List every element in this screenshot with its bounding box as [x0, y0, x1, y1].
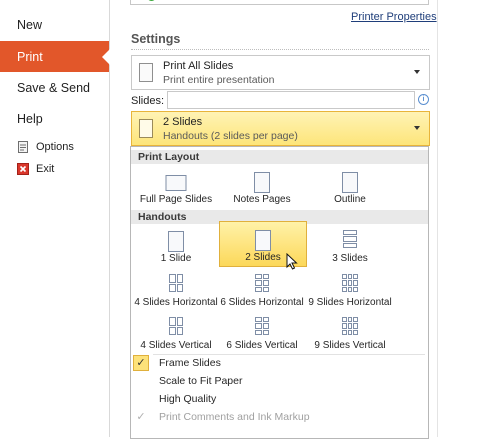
chevron-down-icon [414, 70, 420, 74]
print-range-title: Print All Slides [163, 60, 234, 72]
nav-save-send-label: Save & Send [17, 81, 90, 95]
one-slide-icon [168, 231, 184, 252]
nav-options-label: Options [36, 141, 74, 153]
nav-help-label: Help [17, 112, 43, 126]
four-slides-horizontal-icon [169, 274, 183, 292]
info-icon[interactable]: i [418, 94, 429, 105]
print-range-subtitle: Print entire presentation [163, 74, 275, 86]
option-label: Notes Pages [233, 194, 291, 205]
option-high-quality-label: High Quality [159, 393, 217, 405]
options-icon [17, 141, 29, 153]
print-range-dropdown[interactable]: Print All Slides Print entire presentati… [131, 55, 430, 90]
six-slides-vertical-icon [255, 317, 269, 335]
print-layout-subtitle: Handouts (2 slides per page) [163, 130, 298, 142]
nav-exit[interactable]: Exit [17, 163, 54, 175]
print-layout-dropdown[interactable]: 2 Slides Handouts (2 slides per page) [131, 111, 430, 146]
option-print-comments-label: Print Comments and Ink Markup [159, 411, 310, 423]
settings-heading: Settings [131, 32, 181, 46]
nine-slides-vertical-icon [342, 317, 358, 335]
option-4-slides-vertical[interactable]: 4 Slides Vertical [133, 313, 219, 355]
option-label: Outline [334, 194, 366, 205]
print-layout-title: 2 Slides [163, 116, 203, 128]
option-label: 4 Slides Vertical [140, 340, 212, 351]
printer-ready-icon [147, 0, 156, 1]
settings-divider [131, 49, 429, 50]
printer-dropdown[interactable] [130, 0, 429, 5]
option-6-slides-vertical[interactable]: 6 Slides Vertical [219, 313, 305, 355]
print-layout-menu: Print Layout Full Page Slides Notes Page… [130, 146, 429, 439]
option-4-slides-horizontal[interactable]: 4 Slides Horizontal [133, 270, 219, 312]
option-scale-to-fit[interactable]: Scale to Fit Paper [131, 373, 428, 390]
option-full-page-slides[interactable]: Full Page Slides [133, 167, 219, 209]
option-6-slides-horizontal[interactable]: 6 Slides Horizontal [219, 270, 305, 312]
nav-print-label: Print [17, 50, 43, 64]
option-label: 9 Slides Horizontal [308, 297, 392, 308]
checkbox-empty [133, 373, 149, 389]
nav-options[interactable]: Options [17, 141, 74, 153]
checkmark-disabled-icon: ✓ [136, 411, 146, 423]
option-frame-slides[interactable]: ✓ Frame Slides [131, 355, 428, 372]
option-print-comments: ✓ Print Comments and Ink Markup [131, 409, 428, 426]
print-settings-panel: Printer Properties Settings Print All Sl… [110, 0, 500, 439]
backstage-nav: New Print Save & Send Help Options Exit [0, 0, 110, 437]
slides-label: Slides: [131, 95, 165, 107]
option-9-slides-vertical[interactable]: 9 Slides Vertical [307, 313, 393, 355]
option-3-slides[interactable]: 3 Slides [307, 226, 393, 268]
nav-save-send[interactable]: Save & Send [0, 81, 109, 97]
checkbox-empty [133, 391, 149, 407]
selection-arrow-icon [102, 49, 110, 65]
printer-properties-link[interactable]: Printer Properties [351, 11, 437, 23]
preview-pane-edge [437, 0, 500, 437]
option-scale-to-fit-label: Scale to Fit Paper [159, 375, 243, 387]
three-slides-icon [343, 230, 357, 248]
option-label: 6 Slides Horizontal [220, 297, 304, 308]
chevron-down-icon [414, 126, 420, 130]
nav-exit-label: Exit [36, 163, 55, 175]
six-slides-horizontal-icon [255, 274, 269, 292]
two-slides-icon [139, 119, 153, 138]
nine-slides-horizontal-icon [342, 274, 358, 292]
option-frame-slides-label: Frame Slides [159, 357, 221, 369]
exit-icon [17, 163, 29, 175]
option-label: 3 Slides [332, 253, 368, 264]
option-label: 4 Slides Horizontal [134, 297, 218, 308]
full-page-slide-icon [165, 175, 187, 191]
option-notes-pages[interactable]: Notes Pages [219, 167, 305, 209]
print-layout-header: Print Layout [131, 150, 428, 164]
option-label: 1 Slide [160, 253, 192, 264]
notes-pages-icon [254, 172, 270, 193]
two-slides-icon [255, 230, 271, 251]
slides-input[interactable] [167, 91, 415, 109]
option-label: Full Page Slides [139, 194, 213, 205]
checkmark-icon: ✓ [133, 355, 149, 371]
print-all-slides-icon [139, 63, 153, 82]
outline-icon [342, 172, 358, 193]
option-label: 6 Slides Vertical [226, 340, 298, 351]
nav-help[interactable]: Help [0, 112, 109, 128]
four-slides-vertical-icon [169, 317, 183, 335]
option-label: 9 Slides Vertical [314, 340, 386, 351]
mouse-cursor-icon [286, 253, 298, 270]
option-1-slide[interactable]: 1 Slide [133, 226, 219, 268]
option-outline[interactable]: Outline [307, 167, 393, 209]
option-high-quality[interactable]: High Quality [131, 391, 428, 408]
option-9-slides-horizontal[interactable]: 9 Slides Horizontal [307, 270, 393, 312]
nav-new[interactable]: New [0, 18, 109, 34]
nav-new-label: New [17, 18, 43, 32]
nav-print[interactable]: Print [0, 41, 110, 72]
